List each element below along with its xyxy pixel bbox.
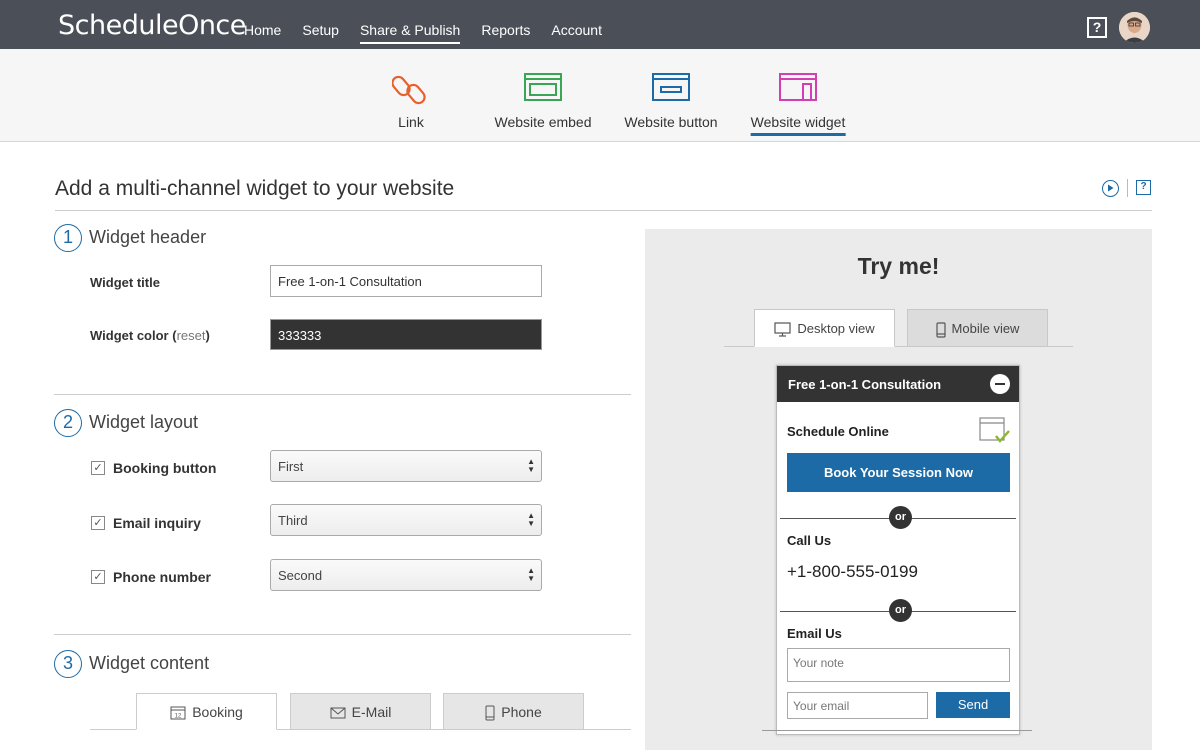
- select-value: Second: [278, 568, 323, 583]
- tab-label: Mobile view: [951, 321, 1020, 336]
- checkbox-booking-button[interactable]: ✓: [91, 461, 105, 475]
- play-video-icon[interactable]: [1102, 180, 1119, 197]
- select-arrows-icon: ▲ ▼: [527, 457, 535, 474]
- checkbox-phone-number[interactable]: ✓: [91, 570, 105, 584]
- step-number: 2: [54, 409, 82, 437]
- select-value: First: [278, 459, 304, 474]
- envelope-icon: [330, 707, 346, 719]
- layout-row-label: Booking button: [113, 460, 217, 476]
- tab-label: Phone: [501, 704, 542, 720]
- button-icon: [652, 73, 690, 101]
- link-icon: [392, 75, 426, 105]
- select-value: Third: [278, 513, 308, 528]
- select-arrows-icon: ▲ ▼: [527, 511, 535, 528]
- svg-text:12: 12: [175, 714, 182, 720]
- divider: [762, 730, 1032, 731]
- section-title-widget-header: Widget header: [89, 227, 207, 247]
- top-bar: ScheduleOnce Home Setup Share & Publish …: [0, 0, 1200, 49]
- app-logo[interactable]: ScheduleOnce: [58, 10, 246, 41]
- order-select-booking-button[interactable]: First ▲ ▼: [270, 450, 542, 482]
- help-icon[interactable]: ?: [1136, 180, 1151, 195]
- tab-mobile-view[interactable]: Mobile view: [907, 309, 1048, 347]
- tab-email[interactable]: E-Mail: [290, 693, 431, 730]
- share-option-label: Website button: [624, 114, 718, 130]
- mobile-icon: [935, 321, 946, 338]
- nav-share-publish[interactable]: Share & Publish: [359, 22, 461, 44]
- phone-number[interactable]: +1-800-555-0199: [787, 562, 918, 582]
- widget-title-input[interactable]: Free 1-on-1 Consultation: [270, 265, 542, 297]
- phone-icon: [485, 705, 495, 721]
- share-options-bar: Link Website embed Website button Websit…: [0, 49, 1200, 142]
- widget-title-label: Widget title: [90, 275, 160, 290]
- main-nav: Home Setup Share & Publish Reports Accou…: [244, 22, 623, 44]
- preview-panel: Try me! Desktop view Mobile view Free 1-…: [645, 229, 1152, 750]
- order-select-phone-number[interactable]: Second ▲ ▼: [270, 559, 542, 591]
- widget-preview: Free 1-on-1 Consultation Schedule Online…: [776, 365, 1020, 735]
- share-option-label: Link: [398, 114, 424, 130]
- nav-setup[interactable]: Setup: [302, 22, 339, 44]
- divider: [55, 210, 1152, 211]
- divider: [54, 634, 631, 635]
- order-select-email-inquiry[interactable]: Third ▲ ▼: [270, 504, 542, 536]
- email-us-label: Email Us: [787, 626, 842, 641]
- nav-reports[interactable]: Reports: [481, 22, 530, 44]
- schedule-online-label: Schedule Online: [787, 424, 889, 439]
- embed-icon: [524, 73, 562, 101]
- widget-header: Free 1-on-1 Consultation: [777, 366, 1019, 402]
- send-button[interactable]: Send: [936, 692, 1010, 718]
- note-textarea[interactable]: Your note: [787, 648, 1010, 682]
- reset-link[interactable]: reset: [177, 328, 206, 343]
- monitor-icon: [774, 322, 791, 337]
- widget-icon: [779, 73, 817, 101]
- layout-row-label: Phone number: [113, 569, 212, 585]
- nav-home[interactable]: Home: [244, 22, 281, 44]
- widget-color-input[interactable]: 333333: [270, 319, 542, 350]
- or-separator: or: [889, 506, 912, 529]
- section-title-widget-content: Widget content: [89, 653, 210, 673]
- book-session-button[interactable]: Book Your Session Now: [787, 453, 1010, 492]
- select-arrows-icon: ▲ ▼: [527, 566, 535, 583]
- help-icon[interactable]: ?: [1087, 17, 1107, 38]
- preview-title: Try me!: [857, 253, 940, 279]
- share-option-website-button[interactable]: Website button: [624, 49, 718, 142]
- divider: [1127, 179, 1128, 197]
- share-option-label: Website embed: [494, 114, 592, 130]
- email-input[interactable]: Your email: [787, 692, 928, 719]
- tab-booking[interactable]: 12 Booking: [136, 693, 277, 730]
- calendar-check-icon: [979, 417, 1010, 443]
- step-number: 1: [54, 224, 82, 252]
- calendar-icon: 12: [170, 706, 186, 720]
- tab-desktop-view[interactable]: Desktop view: [754, 309, 895, 347]
- tab-label: Booking: [192, 704, 243, 720]
- divider: [54, 394, 631, 395]
- share-option-label: Website widget: [750, 114, 846, 136]
- widget-color-label-text: Widget color: [90, 328, 169, 343]
- share-option-website-widget[interactable]: Website widget: [750, 49, 846, 142]
- step-number: 3: [54, 650, 82, 678]
- tab-label: E-Mail: [351, 704, 392, 720]
- share-option-link[interactable]: Link: [385, 49, 437, 142]
- nav-account[interactable]: Account: [551, 22, 602, 44]
- call-us-label: Call Us: [787, 533, 832, 548]
- share-option-website-embed[interactable]: Website embed: [494, 49, 592, 142]
- page-title: Add a multi-channel widget to your websi…: [55, 177, 455, 200]
- widget-header-title: Free 1-on-1 Consultation: [788, 377, 942, 392]
- section-title-widget-layout: Widget layout: [89, 412, 199, 432]
- avatar[interactable]: [1119, 12, 1150, 43]
- checkbox-email-inquiry[interactable]: ✓: [91, 516, 105, 530]
- collapse-icon[interactable]: [990, 374, 1010, 394]
- layout-row-label: Email inquiry: [113, 515, 201, 531]
- tab-label: Desktop view: [797, 321, 875, 336]
- tab-phone[interactable]: Phone: [443, 693, 584, 730]
- or-separator: or: [889, 599, 912, 622]
- widget-color-label: Widget color (reset): [90, 328, 210, 343]
